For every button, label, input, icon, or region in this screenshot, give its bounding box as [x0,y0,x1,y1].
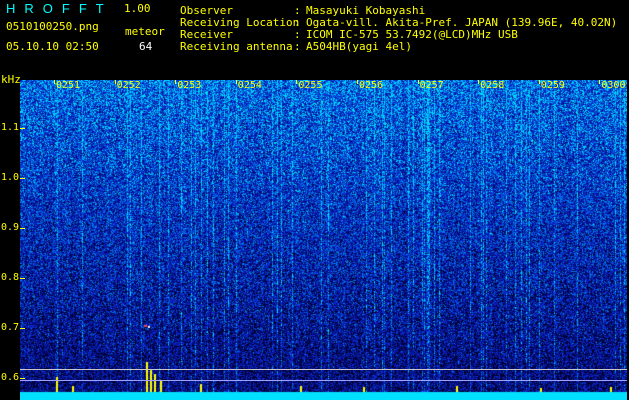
y-tick-mark [20,128,25,129]
spectrogram-canvas [20,80,627,400]
time-tick [54,80,55,84]
time-tick [296,80,298,84]
y-tick-label: 0.8 [1,272,20,283]
y-tick-mark [20,278,25,279]
y-tick-label: 0.7 [1,322,20,333]
y-tick-label: 0.9 [1,222,20,233]
y-tick-label: 0.6 [1,372,20,383]
time-tick [599,80,601,84]
time-label: 0258 [480,80,505,91]
y-tick-mark [20,328,25,329]
time-label: 0300 [601,80,626,91]
time-label: 0252 [116,80,141,91]
time-tick [538,80,540,84]
y-tick-mark [20,378,25,379]
datetime-label: 05.10.10 02:50 [6,40,99,53]
time-label: 0255 [298,80,323,91]
app-version: 1.00 [124,2,151,15]
y-tick-label: 1.0 [1,172,20,183]
time-tick [357,80,358,84]
time-label: 0259 [540,80,565,91]
time-tick [235,80,237,84]
time-label: 0257 [419,80,444,91]
station-separator: : [294,40,301,53]
y-tick-mark [20,178,25,179]
y-tick-mark [20,228,25,229]
count-value: 64 [139,40,153,53]
time-label: 0254 [237,80,262,91]
y-tick-label: 1.1 [1,122,20,133]
y-axis-unit: kHz [1,73,21,86]
time-label: 0253 [177,80,202,91]
filename-label: 0510100250.png [6,20,99,33]
time-tick [417,80,419,84]
station-value: A504HB(yagi 4el) [306,40,412,53]
station-key: Receiving antenna [180,40,293,53]
reference-line-upper [20,369,627,370]
mode-label: meteor [125,25,165,38]
time-label: 0256 [359,80,384,91]
time-label: 0251 [56,80,81,91]
time-tick [478,80,480,84]
app-title: HROFFT [6,1,113,16]
reference-line-lower [20,380,627,381]
time-tick [114,80,116,84]
time-tick [175,80,177,84]
